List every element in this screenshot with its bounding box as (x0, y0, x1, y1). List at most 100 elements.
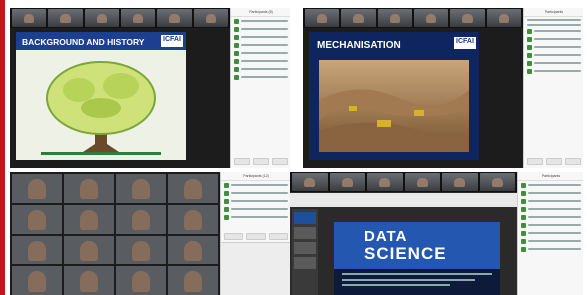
panel-title: Participants (524, 8, 583, 17)
participant-row[interactable] (524, 27, 583, 35)
participant-video[interactable] (168, 204, 218, 234)
participant-row[interactable] (221, 205, 290, 213)
participant-video[interactable] (116, 204, 166, 234)
participant-row[interactable] (524, 67, 583, 75)
participant-row[interactable] (518, 205, 583, 213)
participant-video[interactable] (193, 9, 228, 27)
participant-video[interactable] (450, 9, 485, 27)
participant-row[interactable] (231, 17, 290, 25)
participant-row[interactable] (518, 197, 583, 205)
video-strip (303, 8, 523, 28)
participant-video[interactable] (404, 173, 440, 191)
panel-title: Participants (518, 172, 583, 181)
participants-panel: Participants (523, 8, 583, 168)
participant-row[interactable] (518, 181, 583, 189)
participant-video[interactable] (48, 9, 83, 27)
participant-row[interactable] (518, 237, 583, 245)
participant-video[interactable] (116, 266, 166, 295)
screenshot-top-left: BACKGROUND AND HISTORY ICFAI Participant… (10, 8, 290, 168)
participant-row[interactable] (518, 221, 583, 229)
chat-panel (221, 242, 290, 295)
shared-slide: DATA SCIENCE (334, 222, 500, 295)
slide-thumbnail[interactable] (294, 242, 316, 254)
participant-video[interactable] (12, 174, 62, 203)
left-accent-bar (0, 0, 5, 295)
slide-title: MECHANISATION (317, 40, 401, 51)
participants-panel: Participants (8) (230, 8, 290, 168)
invite-button[interactable] (224, 233, 244, 240)
mine-photo (319, 60, 469, 152)
participant-video[interactable] (157, 9, 192, 27)
participant-video[interactable] (168, 174, 218, 203)
panel-buttons (224, 233, 288, 240)
mute-all-button[interactable] (253, 158, 269, 165)
participant-video[interactable] (377, 9, 412, 27)
participant-video[interactable] (442, 173, 478, 191)
participant-row[interactable] (518, 229, 583, 237)
screenshot-bottom-left: Participants (12) (10, 172, 290, 295)
participant-video[interactable] (64, 266, 114, 295)
slide-thumbnail[interactable] (294, 212, 316, 224)
participant-video[interactable] (64, 235, 114, 265)
gallery-grid (12, 174, 218, 295)
more-button[interactable] (272, 158, 288, 165)
invite-button[interactable] (234, 158, 250, 165)
participant-video[interactable] (305, 9, 340, 27)
participant-video[interactable] (341, 9, 376, 27)
participant-row[interactable] (221, 189, 290, 197)
participant-row[interactable] (231, 33, 290, 41)
participants-panel: Participants (12) (220, 172, 290, 295)
participant-row[interactable] (518, 245, 583, 253)
slide-title-line-1: DATA (364, 228, 408, 245)
participant-row[interactable] (231, 73, 290, 81)
mute-all-button[interactable] (246, 233, 266, 240)
participant-row[interactable] (231, 65, 290, 73)
participants-panel: Participants (517, 172, 583, 295)
participant-row[interactable] (231, 25, 290, 33)
participant-row[interactable] (518, 213, 583, 221)
participant-video[interactable] (84, 9, 119, 27)
screenshot-bottom-right: DATA SCIENCE Participants (290, 172, 583, 295)
screenshot-top-right: MECHANISATION ICFAI Participants (303, 8, 583, 168)
participant-video[interactable] (120, 9, 156, 27)
presentation-toolbar (290, 193, 517, 207)
slide-text-area (334, 269, 500, 295)
participant-video[interactable] (116, 174, 166, 203)
participant-video[interactable] (367, 173, 403, 191)
panel-buttons (234, 158, 288, 165)
slide-thumbnail[interactable] (294, 257, 316, 269)
video-strip (10, 8, 230, 28)
participant-video[interactable] (12, 235, 62, 265)
participant-row[interactable] (231, 49, 290, 57)
tree-illustration (41, 61, 161, 155)
participant-row[interactable] (231, 57, 290, 65)
participant-video[interactable] (12, 266, 62, 295)
video-strip (290, 172, 517, 192)
mute-all-button[interactable] (546, 158, 562, 165)
more-button[interactable] (565, 158, 581, 165)
slide-thumbnail[interactable] (294, 227, 316, 239)
participant-video[interactable] (64, 204, 114, 234)
participant-row[interactable] (231, 41, 290, 49)
participant-video[interactable] (168, 235, 218, 265)
participant-video[interactable] (12, 9, 47, 27)
participant-row[interactable] (221, 213, 290, 221)
participant-video[interactable] (64, 174, 114, 203)
participant-video[interactable] (116, 235, 166, 265)
participant-row[interactable] (524, 43, 583, 51)
participant-row[interactable] (518, 189, 583, 197)
more-button[interactable] (268, 233, 288, 240)
participant-row[interactable] (524, 59, 583, 67)
participant-row[interactable] (524, 51, 583, 59)
participant-video[interactable] (292, 173, 328, 191)
invite-button[interactable] (527, 158, 543, 165)
participant-row[interactable] (221, 181, 290, 189)
participant-video[interactable] (486, 9, 521, 27)
participant-video[interactable] (413, 9, 449, 27)
participant-video[interactable] (479, 173, 515, 191)
participant-row[interactable] (524, 35, 583, 43)
participant-row[interactable] (221, 197, 290, 205)
participant-video[interactable] (329, 173, 365, 191)
participant-video[interactable] (168, 266, 218, 295)
participant-video[interactable] (12, 204, 62, 234)
